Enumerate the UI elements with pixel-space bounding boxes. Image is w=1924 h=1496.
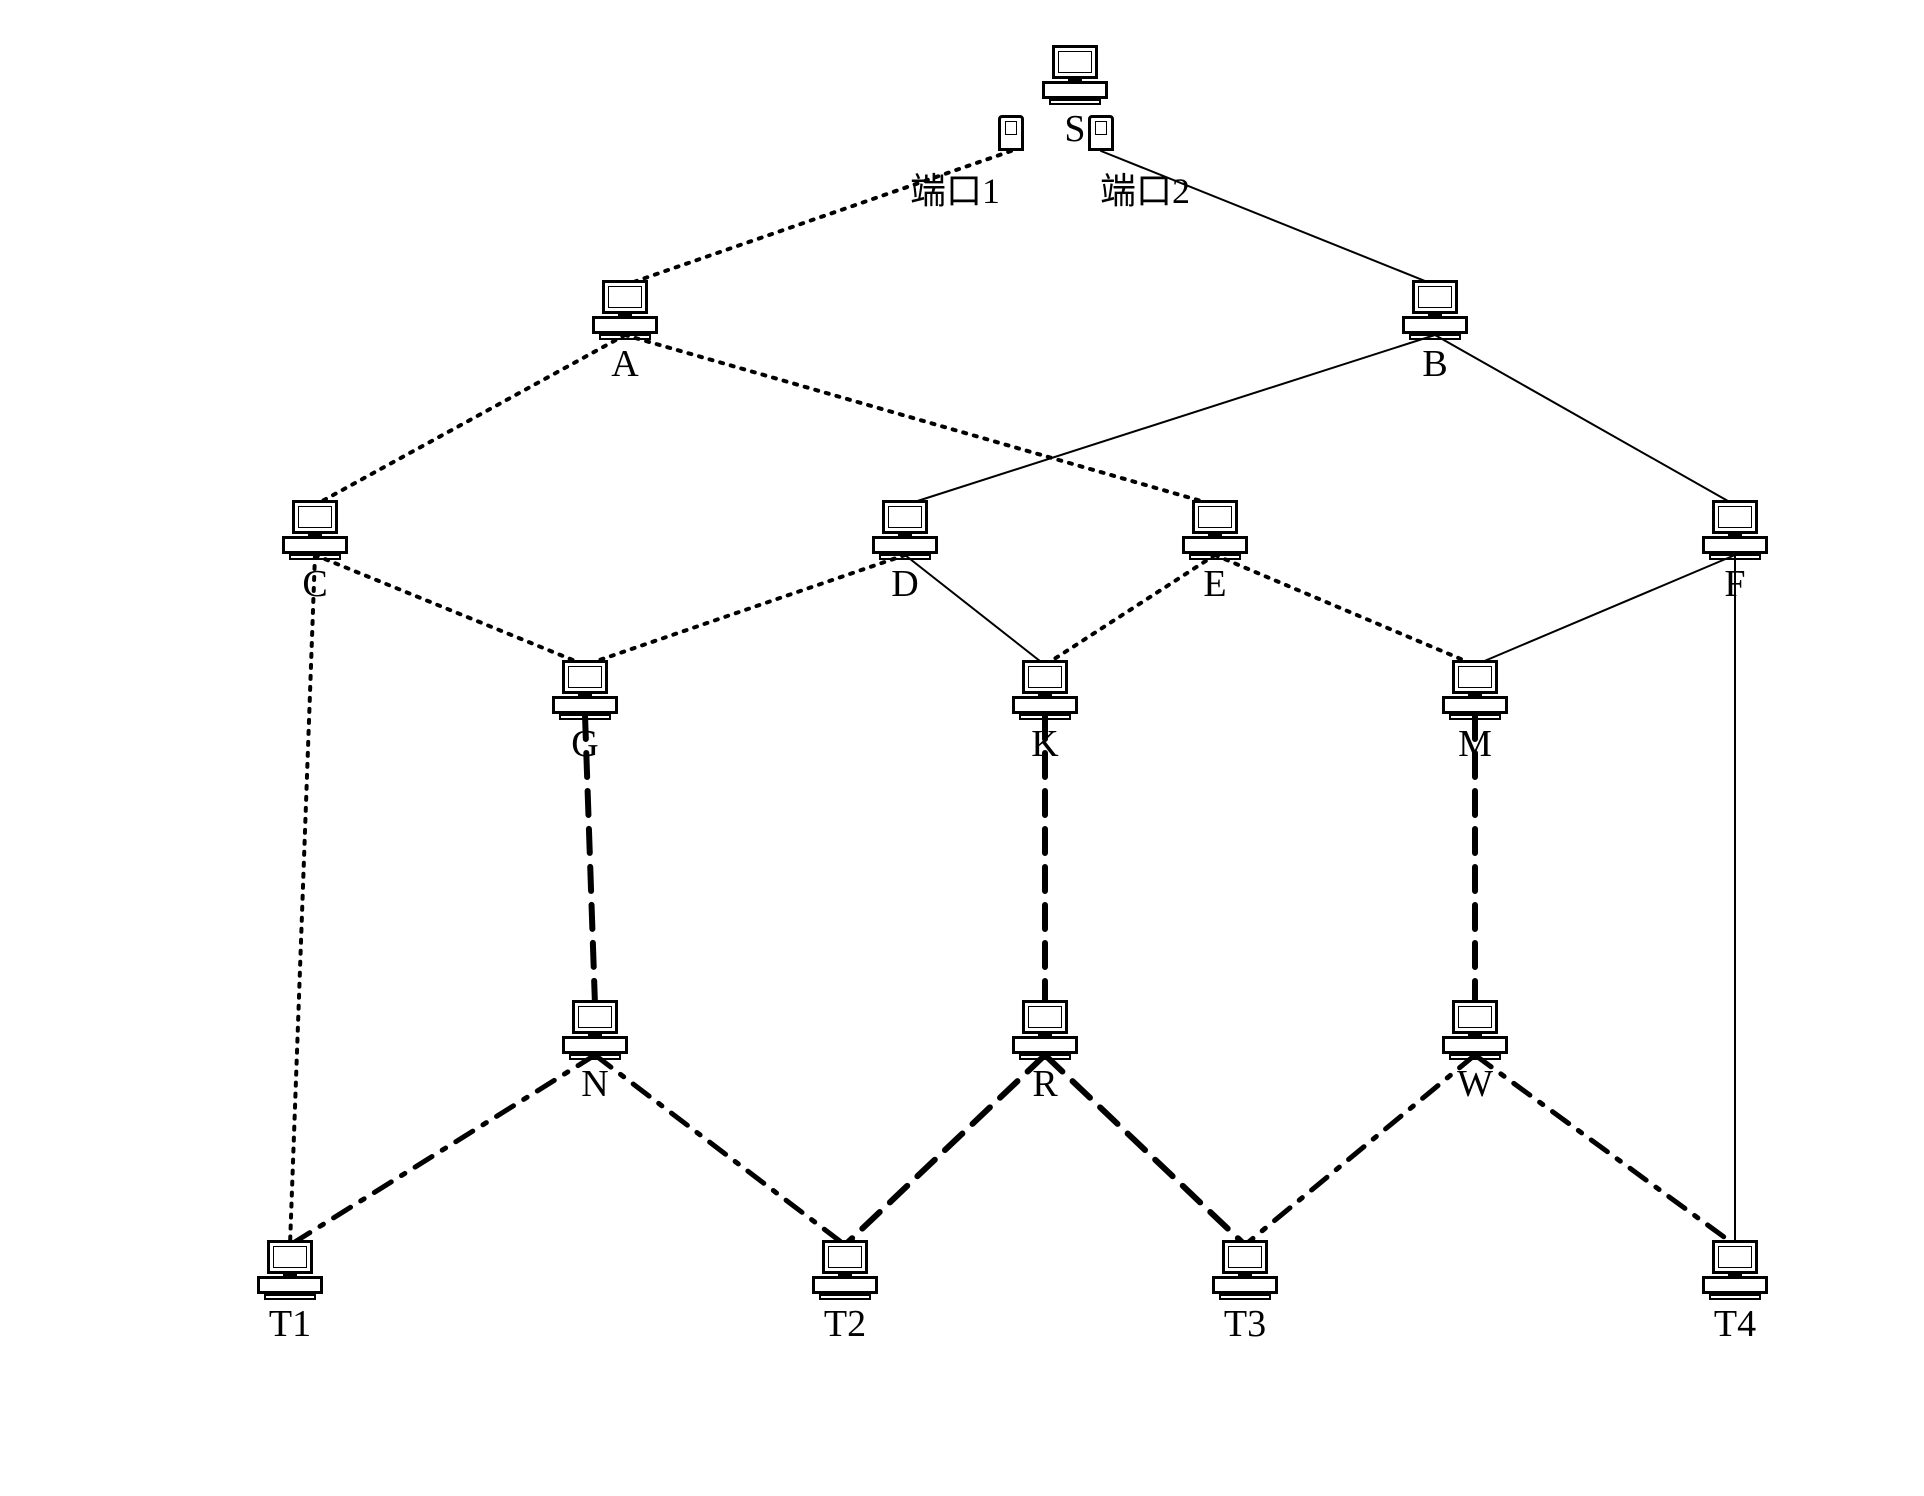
port-label: 端口1 xyxy=(910,162,1000,214)
computer-icon xyxy=(1010,1000,1080,1060)
node-label: T4 xyxy=(1714,1302,1756,1346)
node-t3: T3 xyxy=(1210,1240,1280,1346)
node-t4: T4 xyxy=(1700,1240,1770,1346)
node-label: T1 xyxy=(269,1302,311,1346)
edge-A-C xyxy=(315,335,625,505)
node-c: C xyxy=(280,500,350,606)
edge-W-T4 xyxy=(1475,1055,1735,1245)
node-b: B xyxy=(1400,280,1470,386)
node-label: T2 xyxy=(824,1302,866,1346)
network-diagram: S A B C D E F G K M N R W T1 T2 T3 T4 端口1 端口2 xyxy=(0,0,1924,1496)
port-icon xyxy=(998,115,1024,151)
node-n: N xyxy=(560,1000,630,1106)
computer-icon xyxy=(550,660,620,720)
computer-icon xyxy=(1440,1000,1510,1060)
node-label: A xyxy=(611,342,638,386)
node-label: D xyxy=(891,562,918,606)
node-label: N xyxy=(581,1062,608,1106)
computer-icon xyxy=(280,500,350,560)
computer-icon xyxy=(255,1240,325,1300)
edge-B-F xyxy=(1435,335,1735,505)
computer-icon xyxy=(1180,500,1250,560)
node-r: R xyxy=(1010,1000,1080,1106)
node-label: R xyxy=(1032,1062,1057,1106)
node-label: B xyxy=(1422,342,1447,386)
node-e: E xyxy=(1180,500,1250,606)
edge-C-T1 xyxy=(290,555,315,1245)
node-label: E xyxy=(1203,562,1226,606)
node-k: K xyxy=(1010,660,1080,766)
edge-C-G xyxy=(315,555,585,665)
node-t1: T1 xyxy=(255,1240,325,1346)
computer-icon xyxy=(1400,280,1470,340)
edge-F-M xyxy=(1475,555,1735,665)
node-a: A xyxy=(590,280,660,386)
node-label: K xyxy=(1031,722,1058,766)
node-label: W xyxy=(1457,1062,1493,1106)
node-label: F xyxy=(1724,562,1745,606)
node-w: W xyxy=(1440,1000,1510,1106)
node-label: M xyxy=(1458,722,1492,766)
computer-icon xyxy=(1700,1240,1770,1300)
computer-icon xyxy=(1700,500,1770,560)
edge-N-T1 xyxy=(290,1055,595,1245)
node-m: M xyxy=(1440,660,1510,766)
computer-icon xyxy=(590,280,660,340)
node-label: T3 xyxy=(1224,1302,1266,1346)
node-t2: T2 xyxy=(810,1240,880,1346)
computer-icon xyxy=(810,1240,880,1300)
node-label: G xyxy=(571,722,598,766)
edge-B-D xyxy=(905,335,1435,505)
computer-icon xyxy=(1210,1240,1280,1300)
port-label: 端口2 xyxy=(1100,162,1190,214)
port-icon xyxy=(1088,115,1114,151)
edge-N-T2 xyxy=(595,1055,845,1245)
computer-icon xyxy=(1010,660,1080,720)
edge-E-M xyxy=(1215,555,1475,665)
node-d: D xyxy=(870,500,940,606)
computer-icon xyxy=(870,500,940,560)
edge-D-G xyxy=(585,555,905,665)
edge-A-E xyxy=(625,335,1215,505)
node-g: G xyxy=(550,660,620,766)
computer-icon xyxy=(1440,660,1510,720)
computer-icon xyxy=(1040,45,1110,105)
node-label: C xyxy=(302,562,327,606)
node-label: S xyxy=(1064,107,1085,151)
node-f: F xyxy=(1700,500,1770,606)
computer-icon xyxy=(560,1000,630,1060)
